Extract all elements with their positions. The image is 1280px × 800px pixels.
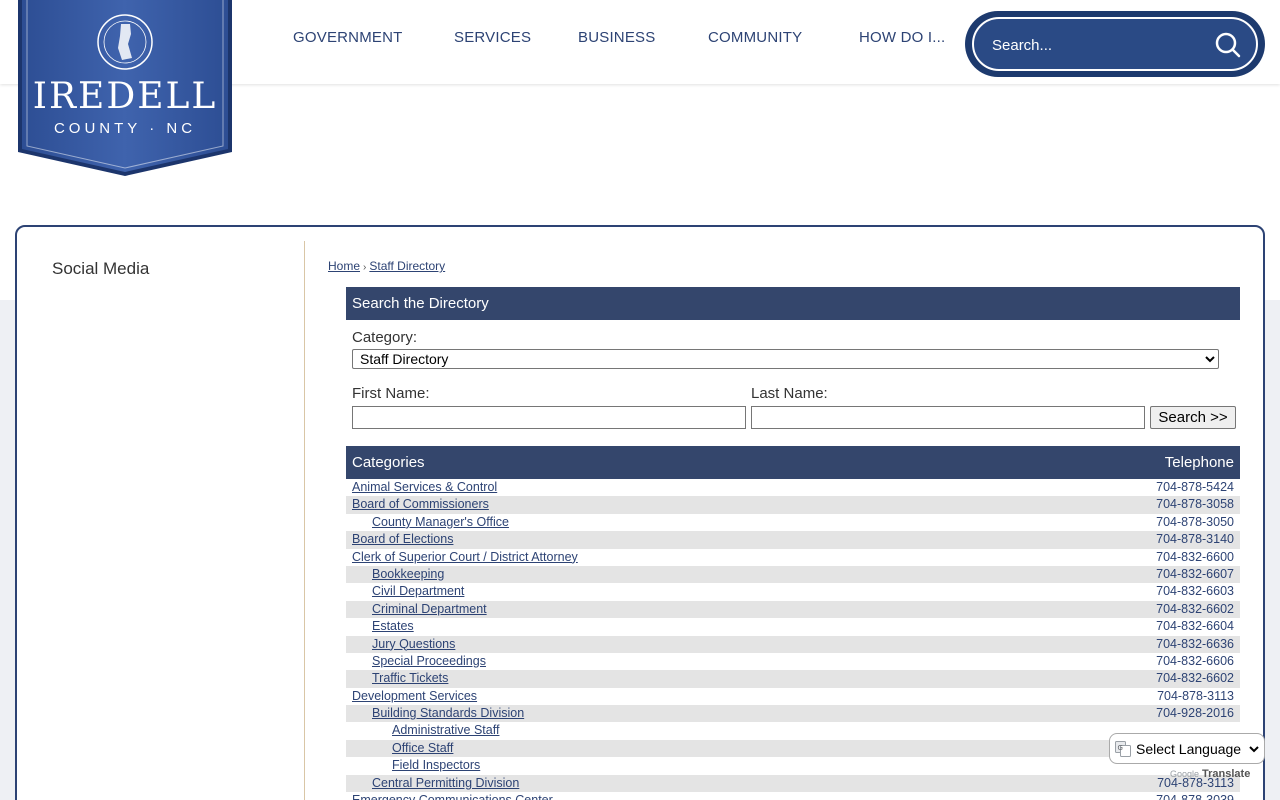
nav-government[interactable]: GOVERNMENT: [293, 29, 403, 46]
directory-search-button[interactable]: Search >>: [1150, 406, 1236, 429]
category-link[interactable]: County Manager's Office: [372, 514, 509, 531]
nav-services[interactable]: SERVICES: [454, 29, 531, 46]
category-link[interactable]: Traffic Tickets: [372, 670, 448, 687]
table-row: Office Staff: [346, 739, 1240, 758]
table-row: Administrative Staff: [346, 722, 1240, 739]
table-row: Bookkeeping 704-832-6607: [346, 565, 1240, 584]
category-link[interactable]: Jury Questions: [372, 636, 455, 653]
search-directory-header: Search the Directory: [346, 287, 1240, 320]
table-row: Criminal Department 704-832-6602: [346, 600, 1240, 619]
category-phone: 704-832-6636: [1156, 636, 1234, 651]
last-name-label: Last Name:: [751, 385, 828, 402]
logo-name: IREDELL: [32, 76, 218, 117]
table-row: Development Services 704-878-3113: [346, 688, 1240, 705]
table-row: County Manager's Office 704-878-3050: [346, 514, 1240, 531]
category-link[interactable]: Special Proceedings: [372, 653, 486, 670]
category-phone: 704-878-3050: [1156, 514, 1234, 529]
table-row: Emergency Communications Center 704-878-3…: [346, 792, 1240, 800]
categories-header: Categories Telephone: [346, 446, 1240, 479]
category-link[interactable]: Animal Services & Control: [352, 479, 497, 496]
site-search-box: [972, 17, 1258, 71]
category-phone: 704-832-6604: [1156, 619, 1234, 634]
categories-list: Animal Services & Control 704-878-5424 Boa…: [346, 479, 1240, 800]
breadcrumb-home[interactable]: Home: [328, 259, 360, 273]
category-link[interactable]: Clerk of Superior Court / District Attor…: [352, 549, 578, 566]
category-link[interactable]: Board of Elections: [352, 531, 453, 548]
category-link[interactable]: Office Staff: [392, 740, 453, 757]
last-name-input[interactable]: [751, 406, 1145, 429]
first-name-label: First Name:: [352, 385, 430, 402]
svg-text:G: G: [1118, 744, 1123, 752]
first-name-input[interactable]: [352, 406, 746, 429]
site-search: [965, 11, 1265, 77]
table-row: Central Permitting Division 704-878-3113: [346, 774, 1240, 793]
table-row: Building Standards Division 704-928-2016: [346, 705, 1240, 723]
table-row: Traffic Tickets 704-832-6602: [346, 670, 1240, 688]
categories-column-header: Categories: [352, 454, 425, 471]
breadcrumb-separator: ›: [363, 262, 367, 273]
category-link[interactable]: Field Inspectors: [392, 757, 480, 774]
table-row: Estates 704-832-6604: [346, 618, 1240, 635]
table-row: Jury Questions 704-832-6636: [346, 635, 1240, 653]
category-phone: 704-878-3140: [1156, 532, 1234, 547]
county-logo[interactable]: IREDELL COUNTY · NC: [18, 0, 232, 176]
category-link[interactable]: Emergency Communications Center: [352, 792, 553, 800]
category-link[interactable]: Estates: [372, 618, 414, 635]
category-phone: 704-878-3113: [1157, 688, 1234, 703]
language-select[interactable]: Select Language: [1132, 740, 1262, 758]
category-phone: 704-832-6600: [1156, 549, 1234, 564]
table-row: Board of Elections 704-878-3140: [346, 531, 1240, 549]
category-phone: 704-832-6602: [1156, 671, 1234, 686]
table-row: Clerk of Superior Court / District Attor…: [346, 549, 1240, 566]
sidebar-social-media[interactable]: Social Media: [52, 259, 149, 279]
table-row: Animal Services & Control 704-878-5424: [346, 479, 1240, 496]
content-card: Social Media Home › Staff Directory Search…: [15, 225, 1265, 800]
category-phone: 704-878-5424: [1156, 480, 1234, 494]
translate-widget: G Select Language: [1109, 733, 1265, 764]
nav-business[interactable]: BUSINESS: [578, 29, 655, 46]
category-phone: 704-928-2016: [1156, 706, 1234, 721]
search-icon[interactable]: [1214, 31, 1242, 59]
table-row: Field Inspectors: [346, 757, 1240, 774]
sidebar-divider: [304, 241, 305, 800]
category-link[interactable]: Bookkeeping: [372, 566, 444, 583]
category-link[interactable]: Development Services: [352, 688, 477, 705]
table-row: Special Proceedings 704-832-6606: [346, 653, 1240, 670]
table-row: Civil Department 704-832-6603: [346, 583, 1240, 600]
telephone-column-header: Telephone: [1164, 454, 1234, 471]
translate-label: Translate: [1202, 768, 1251, 780]
category-link[interactable]: Board of Commissioners: [352, 496, 489, 513]
category-select[interactable]: Staff Directory: [352, 349, 1219, 369]
category-phone: 704-878-3058: [1156, 497, 1234, 512]
google-label: Google: [1170, 769, 1200, 779]
nav-community[interactable]: COMMUNITY: [708, 29, 802, 46]
site-search-input[interactable]: [992, 33, 1212, 57]
category-link[interactable]: Administrative Staff: [392, 722, 499, 739]
category-phone: 704-832-6603: [1156, 584, 1234, 599]
breadcrumb-staff-directory[interactable]: Staff Directory: [369, 259, 445, 273]
category-link[interactable]: Criminal Department: [372, 601, 487, 618]
breadcrumb: Home › Staff Directory: [328, 259, 445, 273]
category-link[interactable]: Central Permitting Division: [372, 775, 519, 792]
category-link[interactable]: Building Standards Division: [372, 705, 524, 722]
category-phone: 704-832-6607: [1156, 566, 1234, 581]
logo-subtitle: COUNTY · NC: [53, 120, 197, 137]
category-phone: 704-832-6602: [1156, 601, 1234, 616]
nav-how-do-i[interactable]: HOW DO I...: [859, 29, 945, 46]
category-phone: 704-832-6606: [1156, 653, 1234, 668]
category-label: Category:: [352, 329, 418, 346]
google-translate-icon: G: [1115, 741, 1131, 757]
category-phone: 704-878-3039: [1156, 792, 1234, 800]
category-link[interactable]: Civil Department: [372, 583, 464, 600]
powered-by-google[interactable]: Google Translate: [1170, 768, 1250, 780]
table-row: Board of Commissioners 704-878-3058: [346, 496, 1240, 514]
